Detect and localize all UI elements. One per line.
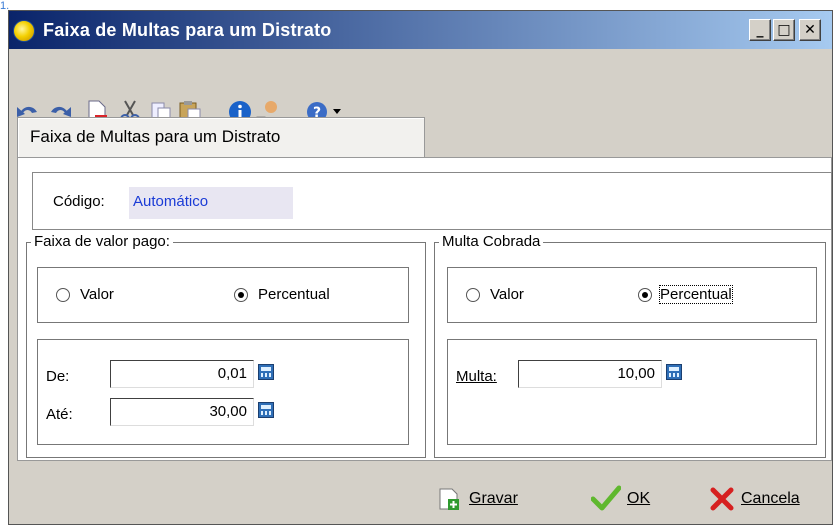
ok-label: OK bbox=[627, 490, 651, 507]
de-input[interactable]: 0,01 bbox=[110, 360, 254, 388]
cancel-x-icon bbox=[710, 487, 734, 511]
multa-legend: Multa Cobrada bbox=[439, 233, 544, 250]
code-value: Automático bbox=[133, 193, 209, 210]
code-field[interactable]: Automático bbox=[129, 187, 293, 219]
tab-panel: Código: Automático Faixa de valor pago: … bbox=[17, 157, 832, 461]
multa-radio-group: Valor Percentual bbox=[447, 267, 817, 323]
multa-cobrada-group: Multa Cobrada Valor Percentual Multa: 10… bbox=[434, 233, 826, 458]
dialog-window: Faixa de Multas para um Distrato _ □ ✕ ?… bbox=[8, 10, 833, 525]
de-calculator-icon[interactable] bbox=[258, 364, 274, 380]
ok-button[interactable]: OK bbox=[591, 485, 671, 513]
faixa-legend: Faixa de valor pago: bbox=[31, 233, 173, 250]
faixa-percentual-radio[interactable] bbox=[234, 288, 248, 302]
window-title: Faixa de Multas para um Distrato bbox=[43, 20, 332, 40]
multa-value-group: Multa: 10,00 bbox=[447, 339, 817, 445]
faixa-valor-radio[interactable] bbox=[56, 288, 70, 302]
multa-valor-label: Valor bbox=[490, 286, 524, 303]
close-button[interactable]: ✕ bbox=[799, 19, 821, 41]
multa-label: Multa: bbox=[456, 368, 497, 385]
multa-percentual-label: Percentual bbox=[659, 285, 733, 304]
app-icon bbox=[13, 20, 35, 42]
minimize-button[interactable]: _ bbox=[749, 19, 771, 41]
faixa-valor-label: Valor bbox=[80, 286, 114, 303]
save-icon bbox=[439, 488, 459, 510]
cancela-button[interactable]: Cancela bbox=[709, 487, 829, 513]
faixa-range-group: De: 0,01 Até: 30,00 bbox=[37, 339, 409, 445]
ate-label: Até: bbox=[46, 406, 73, 423]
ate-calculator-icon[interactable] bbox=[258, 402, 274, 418]
multa-calculator-icon[interactable] bbox=[666, 364, 682, 380]
code-group: Código: Automático bbox=[32, 172, 832, 230]
tab-faixa-de-multas[interactable]: Faixa de Multas para um Distrato bbox=[17, 117, 425, 157]
faixa-percentual-label: Percentual bbox=[258, 286, 330, 303]
maximize-button[interactable]: □ bbox=[773, 19, 795, 41]
gravar-label: Gravar bbox=[469, 490, 518, 507]
de-label: De: bbox=[46, 368, 70, 385]
check-icon bbox=[591, 485, 621, 511]
ate-input[interactable]: 30,00 bbox=[110, 398, 254, 426]
gravar-button[interactable]: Gravar bbox=[437, 487, 547, 513]
multa-input[interactable]: 10,00 bbox=[518, 360, 662, 388]
faixa-valor-pago-group: Faixa de valor pago: Valor Percentual De… bbox=[26, 233, 426, 458]
ate-value: 30,00 bbox=[209, 403, 247, 420]
button-bar: Gravar OK Cancela bbox=[9, 471, 832, 525]
multa-valor-radio[interactable] bbox=[466, 288, 480, 302]
toolbar: ? bbox=[9, 49, 832, 127]
cancela-label: Cancela bbox=[741, 490, 800, 507]
tab-label: Faixa de Multas para um Distrato bbox=[30, 127, 281, 146]
multa-percentual-radio[interactable] bbox=[638, 288, 652, 302]
faixa-radio-group: Valor Percentual bbox=[37, 267, 409, 323]
de-value: 0,01 bbox=[217, 365, 247, 382]
multa-value: 10,00 bbox=[617, 365, 655, 382]
code-label: Código: bbox=[53, 193, 105, 210]
title-bar[interactable]: Faixa de Multas para um Distrato _ □ ✕ bbox=[9, 11, 832, 49]
